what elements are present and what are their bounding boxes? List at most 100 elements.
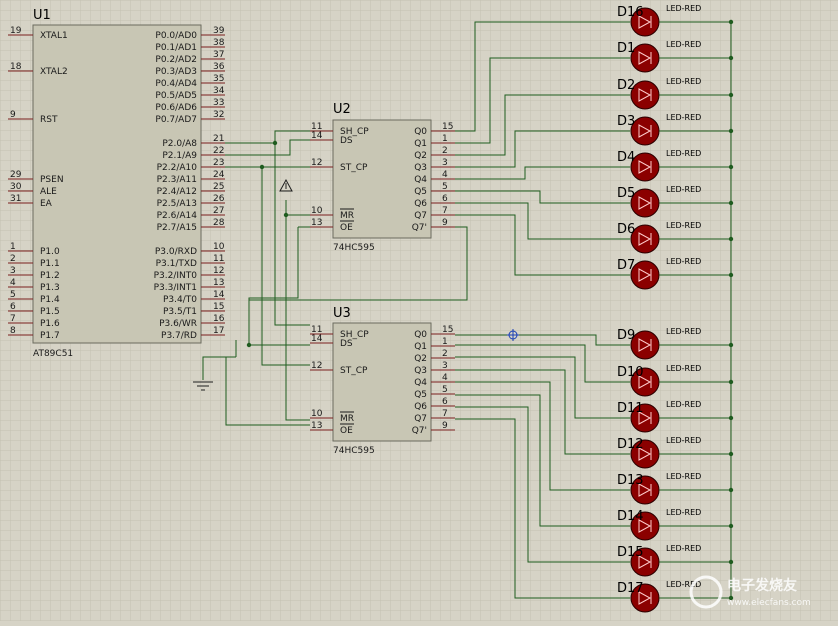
led-ref: D11: [617, 401, 644, 416]
led-ref: D6: [617, 222, 635, 237]
u1-pin-label: P2.7/A15: [157, 223, 197, 233]
led-label: LED-RED: [666, 4, 701, 13]
sr-pin-number: 5: [442, 182, 448, 192]
junction-dot: [728, 164, 734, 170]
u2-ref: U2: [333, 102, 351, 117]
sr-pin-label: Q2: [414, 151, 427, 161]
u1-pin-number: 21: [213, 134, 224, 144]
junction-dot: [728, 523, 734, 529]
sr-pin-label: Q0: [414, 127, 427, 137]
led-ref: D2: [617, 78, 635, 93]
led-label: LED-RED: [666, 472, 701, 481]
u1-pin-label: PSEN: [40, 175, 64, 185]
sr-pin-label: Q1: [414, 139, 427, 149]
schematic-canvas: U1 AT89C51 19 XTAL1 18 XTAL2 9 RST 29 PSEN 30 ALE…: [0, 0, 838, 621]
u1-pin-label: P3.2/INT0: [154, 271, 198, 281]
junction-dot: [728, 379, 734, 385]
sr-pin-label: Q6: [414, 199, 427, 209]
junction-dot: [728, 272, 734, 278]
junction-dot: [728, 451, 734, 457]
junction-dot: [728, 559, 734, 565]
u1-pin-label: P3.6/WR: [159, 319, 197, 329]
u1-pin-label: P2.5/A13: [157, 199, 197, 209]
u1-pin-number: 5: [10, 290, 16, 300]
sr-pin-label: ST_CP: [340, 163, 368, 173]
led-label: LED-RED: [666, 364, 701, 373]
led-label: LED-RED: [666, 436, 701, 445]
u1-pin-number: 13: [213, 278, 224, 288]
u1-pin-number: 4: [10, 278, 16, 288]
u1-pin-number: 15: [213, 302, 224, 312]
u1-pin-number: 39: [213, 26, 225, 36]
led-label: LED-RED: [666, 149, 701, 158]
sr-pin-label: ST_CP: [340, 366, 368, 376]
sr-pin-label: Q4: [414, 175, 427, 185]
u1-pin-number: 30: [10, 182, 22, 192]
u3-part: 74HC595: [333, 446, 375, 456]
u1-pin-number: 27: [213, 206, 224, 216]
u1-pin-label: P3.7/RD: [161, 331, 197, 341]
u1-pin-number: 22: [213, 146, 224, 156]
led-ref: D14: [617, 509, 644, 524]
sr-pin-label: Q7': [412, 426, 427, 436]
led-ref: D4: [617, 150, 635, 165]
sr-pin-number: 4: [442, 373, 448, 383]
junction-dot: [728, 415, 734, 421]
sr-pin-label: OE: [340, 223, 353, 233]
sr-pin-number: 7: [442, 206, 448, 216]
u1-pin-number: 35: [213, 74, 224, 84]
led-ref: D3: [617, 114, 635, 129]
junction-dot: [728, 342, 734, 348]
u1-pin-label: P1.6: [40, 319, 60, 329]
led-label: LED-RED: [666, 257, 701, 266]
u1-pin-label: P3.0/RXD: [155, 247, 197, 257]
u1-pin-label: P1.0: [40, 247, 60, 257]
u1-pin-number: 37: [213, 50, 224, 60]
u1-pin-label: P3.5/T1: [163, 307, 197, 317]
u1-pin-number: 26: [213, 194, 225, 204]
led-label: LED-RED: [666, 113, 701, 122]
u1-pin-number: 3: [10, 266, 16, 276]
u1-pin-label: RST: [40, 115, 58, 125]
u1-pin-number: 6: [10, 302, 16, 312]
sr-pin-label: Q1: [414, 342, 427, 352]
junction-dot: [728, 487, 734, 493]
sr-pin-number: 9: [442, 421, 448, 431]
led-ref: D7: [617, 258, 635, 273]
sr-pin-number: 14: [311, 334, 323, 344]
led-ref: D10: [617, 365, 644, 380]
u1-pin-label: P1.2: [40, 271, 60, 281]
led-label: LED-RED: [666, 77, 701, 86]
sr-pin-label: Q3: [414, 163, 427, 173]
u1-pin-label: P0.3/AD3: [155, 67, 197, 77]
u1-pin-number: 19: [10, 26, 22, 36]
u1-pin-number: 23: [213, 158, 224, 168]
u1-part: AT89C51: [33, 349, 73, 359]
u1-pin-number: 14: [213, 290, 225, 300]
u1-pin-label: P1.5: [40, 307, 60, 317]
u1-pin-label: P3.4/T0: [163, 295, 197, 305]
sr-pin-number: 10: [311, 409, 323, 419]
u1-pin-number: 10: [213, 242, 225, 252]
junction-dot: [728, 92, 734, 98]
u1-pin-number: 28: [213, 218, 225, 228]
led-label: LED-RED: [666, 400, 701, 409]
sr-pin-number: 4: [442, 170, 448, 180]
sr-pin-number: 1: [442, 134, 448, 144]
u1-pin-label: P1.1: [40, 259, 60, 269]
u1-pin-label: EA: [40, 199, 53, 209]
u1-pin-number: 36: [213, 62, 225, 72]
led-label: LED-RED: [666, 508, 701, 517]
led-ref: D17: [617, 581, 644, 596]
u1-pin-number: 11: [213, 254, 224, 264]
u1-pin-number: 31: [10, 194, 21, 204]
sr-pin-label: Q5: [414, 187, 427, 197]
watermark-text: 电子发烧友: [727, 577, 797, 594]
u1-pin-number: 7: [10, 314, 16, 324]
u1-pin-number: 25: [213, 182, 224, 192]
sr-pin-label: Q7: [414, 414, 427, 424]
sr-pin-number: 5: [442, 385, 448, 395]
u1-pin-label: P3.1/TXD: [156, 259, 197, 269]
u1-pin-label: ALE: [40, 187, 57, 197]
u1-pin-number: 8: [10, 326, 16, 336]
